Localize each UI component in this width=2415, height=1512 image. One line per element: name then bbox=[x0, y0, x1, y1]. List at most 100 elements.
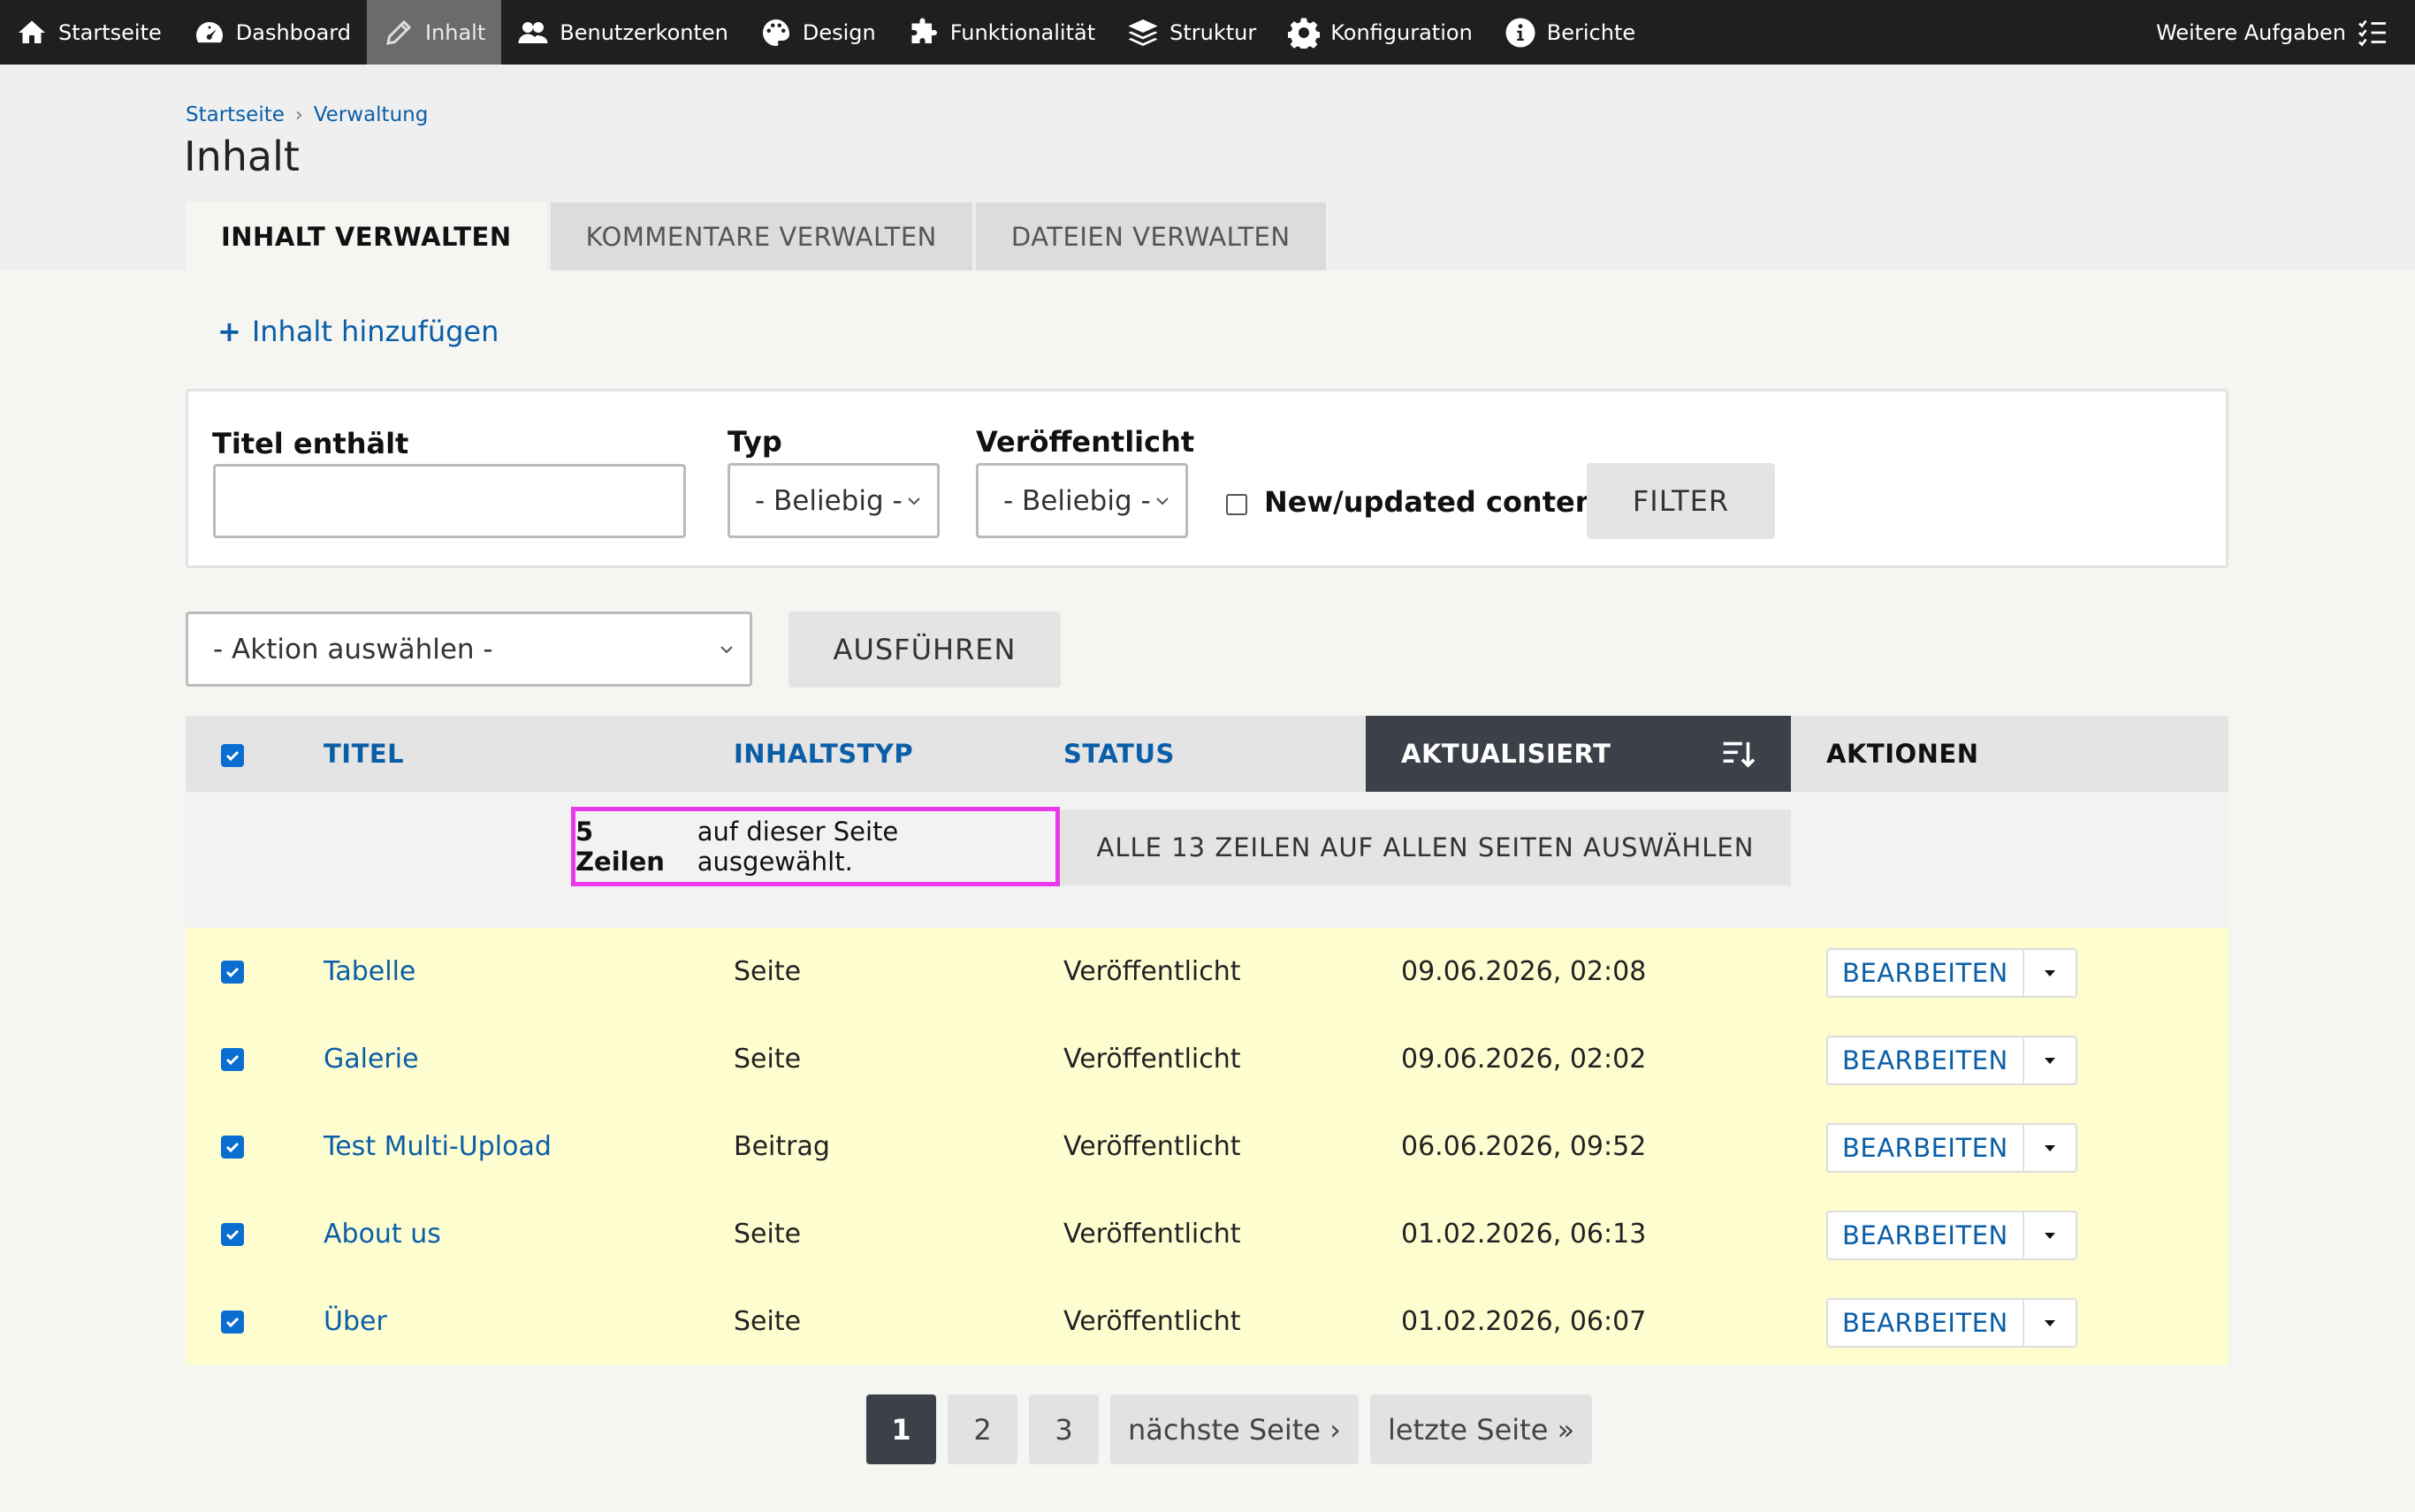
operations-dropdown-toggle[interactable] bbox=[2022, 1300, 2076, 1346]
column-header-title[interactable]: TITEL bbox=[324, 716, 589, 792]
bulk-action-select[interactable]: - Aktion auswählen - bbox=[186, 612, 752, 687]
caret-down-icon bbox=[2044, 1233, 2055, 1239]
row-checkbox[interactable] bbox=[221, 1048, 244, 1071]
pager-next[interactable]: nächste Seite › bbox=[1110, 1394, 1359, 1464]
toolbar-item-label: Funktionalität bbox=[949, 19, 1096, 45]
edit-button[interactable]: BEARBEITEN bbox=[1828, 950, 2023, 996]
title-filter-input[interactable] bbox=[213, 464, 686, 538]
toolbar-item-label: Struktur bbox=[1169, 19, 1257, 45]
dashboard-icon bbox=[195, 21, 223, 42]
checkmark-icon bbox=[225, 750, 240, 762]
toolbar-item-reports[interactable]: Berichte bbox=[1489, 0, 1651, 65]
edit-button[interactable]: BEARBEITEN bbox=[1828, 1212, 2023, 1258]
more-tasks-label: Weitere Aufgaben bbox=[2156, 19, 2346, 45]
toolbar-item-home[interactable]: Startseite bbox=[0, 0, 178, 65]
operations-dropdown-toggle[interactable] bbox=[2022, 1212, 2076, 1258]
breadcrumb: Startseite › Verwaltung bbox=[186, 103, 428, 126]
column-header-actions: AKTIONEN bbox=[1826, 739, 1979, 769]
row-checkbox[interactable] bbox=[221, 1223, 244, 1246]
edit-button[interactable]: BEARBEITEN bbox=[1828, 1037, 2023, 1083]
caret-down-icon bbox=[2044, 970, 2055, 976]
chevron-down-icon bbox=[1156, 497, 1169, 505]
column-header-type[interactable]: INHALTSTYP bbox=[734, 716, 999, 792]
toolbar-item-extend[interactable]: Funktionalität bbox=[892, 0, 1111, 65]
toolbar-item-config[interactable]: Konfiguration bbox=[1272, 0, 1489, 65]
published-filter-label: Veröffentlicht bbox=[976, 425, 1195, 459]
caret-down-icon bbox=[2044, 1145, 2055, 1151]
breadcrumb-home-link[interactable]: Startseite bbox=[186, 103, 285, 126]
new-content-checkbox[interactable] bbox=[1226, 494, 1247, 515]
type-filter-label: Typ bbox=[728, 425, 782, 459]
layers-icon bbox=[1128, 19, 1158, 46]
palette-icon bbox=[762, 19, 789, 46]
row-checkbox[interactable] bbox=[221, 961, 244, 984]
row-title-link[interactable]: Test Multi-Upload bbox=[324, 1103, 552, 1190]
toolbar-item-content[interactable]: Inhalt bbox=[366, 0, 502, 65]
row-title-link[interactable]: Über bbox=[324, 1278, 387, 1365]
pager-last[interactable]: letzte Seite » bbox=[1369, 1394, 1593, 1464]
row-status: Veröffentlicht bbox=[1063, 1219, 1241, 1250]
toolbar-item-label: Design bbox=[802, 19, 876, 45]
published-filter-select[interactable]: - Beliebig - bbox=[976, 463, 1188, 538]
add-content-label: Inhalt hinzufügen bbox=[251, 315, 499, 348]
gear-icon bbox=[1288, 18, 1321, 49]
table-row: Test Multi-Upload Beitrag Veröffentlicht… bbox=[186, 1103, 2228, 1190]
operations-dropdown-toggle[interactable] bbox=[2022, 1037, 2076, 1083]
row-operations: BEARBEITEN bbox=[1826, 1298, 2077, 1348]
row-checkbox[interactable] bbox=[221, 1311, 244, 1333]
tab-manage-files[interactable]: DATEIEN VERWALTEN bbox=[975, 202, 1326, 270]
row-title-link[interactable]: Tabelle bbox=[324, 928, 415, 1015]
select-all-rows-button[interactable]: ALLE 13 ZEILEN AUF ALLEN SEITEN AUSWÄHLE… bbox=[1060, 809, 1791, 885]
checkmark-icon bbox=[225, 1142, 240, 1153]
page-title: Inhalt bbox=[184, 133, 300, 180]
toolbar-more-tasks[interactable]: Weitere Aufgaben bbox=[2140, 0, 2415, 65]
checklist-icon bbox=[2358, 19, 2386, 47]
pager-page-1[interactable]: 1 bbox=[866, 1394, 936, 1464]
row-type: Seite bbox=[734, 1044, 802, 1075]
select-all-checkbox[interactable] bbox=[221, 744, 244, 767]
type-filter-select[interactable]: - Beliebig - bbox=[728, 463, 940, 538]
filter-button[interactable]: FILTER bbox=[1587, 463, 1775, 539]
row-title-link[interactable]: Galerie bbox=[324, 1015, 419, 1103]
table-row: About us Seite Veröffentlicht 01.02.2026… bbox=[186, 1190, 2228, 1278]
row-status: Veröffentlicht bbox=[1063, 1044, 1241, 1075]
row-updated: 06.06.2026, 09:52 bbox=[1401, 1131, 1647, 1162]
column-header-updated[interactable]: AKTUALISIERT bbox=[1366, 716, 1791, 792]
new-content-label: New/updated content bbox=[1264, 485, 1609, 519]
add-content-link[interactable]: + Inhalt hinzufügen bbox=[217, 315, 499, 348]
caret-down-icon bbox=[2044, 1320, 2055, 1326]
home-icon bbox=[19, 20, 45, 43]
row-type: Seite bbox=[734, 1306, 802, 1337]
pencil-icon bbox=[386, 19, 412, 45]
row-checkbox[interactable] bbox=[221, 1136, 244, 1159]
toolbar-item-design[interactable]: Design bbox=[744, 0, 892, 65]
toolbar-item-users[interactable]: Benutzerkonten bbox=[501, 0, 744, 65]
toolbar-item-label: Konfiguration bbox=[1330, 19, 1473, 45]
filter-form: Titel enthält Typ - Beliebig - Veröffent… bbox=[186, 389, 2228, 568]
apply-button[interactable]: AUSFÜHREN bbox=[788, 612, 1061, 688]
tab-manage-content[interactable]: INHALT VERWALTEN bbox=[186, 202, 547, 270]
row-title-link[interactable]: About us bbox=[324, 1190, 441, 1278]
toolbar-item-structure[interactable]: Struktur bbox=[1111, 0, 1272, 65]
admin-toolbar: Startseite Dashboard Inhalt Benutzerkont… bbox=[0, 0, 2415, 65]
operations-dropdown-toggle[interactable] bbox=[2022, 1125, 2076, 1171]
checkmark-icon bbox=[225, 1229, 240, 1241]
pager-page-3[interactable]: 3 bbox=[1029, 1394, 1099, 1464]
toolbar-item-dashboard[interactable]: Dashboard bbox=[178, 0, 367, 65]
row-updated: 09.06.2026, 02:08 bbox=[1401, 956, 1647, 987]
table-row: Über Seite Veröffentlicht 01.02.2026, 06… bbox=[186, 1278, 2228, 1365]
checkmark-icon bbox=[225, 1317, 240, 1328]
column-header-status[interactable]: STATUS bbox=[1063, 716, 1329, 792]
edit-button[interactable]: BEARBEITEN bbox=[1828, 1125, 2023, 1171]
type-filter-value: - Beliebig - bbox=[755, 484, 903, 517]
tab-manage-comments[interactable]: KOMMENTARE VERWALTEN bbox=[550, 202, 972, 270]
operations-dropdown-toggle[interactable] bbox=[2022, 950, 2076, 996]
pager-page-2[interactable]: 2 bbox=[948, 1394, 1017, 1464]
row-type: Beitrag bbox=[734, 1131, 830, 1162]
toolbar-item-label: Benutzerkonten bbox=[560, 19, 728, 45]
puzzle-icon bbox=[911, 18, 937, 43]
breadcrumb-admin-link[interactable]: Verwaltung bbox=[314, 103, 429, 126]
info-icon bbox=[1505, 18, 1535, 47]
row-operations: BEARBEITEN bbox=[1826, 1036, 2077, 1085]
edit-button[interactable]: BEARBEITEN bbox=[1828, 1300, 2023, 1346]
